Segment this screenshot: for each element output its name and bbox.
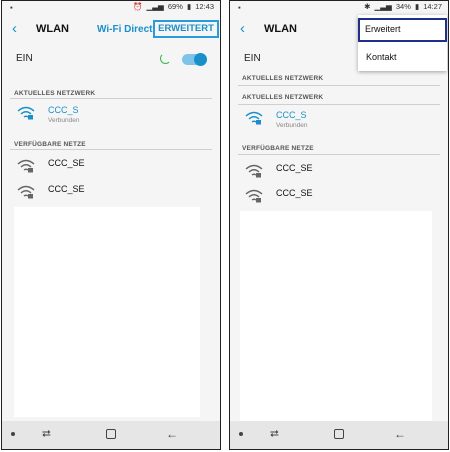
network-name: CCC_SE — [276, 163, 313, 173]
nav-back-icon[interactable]: ← — [166, 427, 178, 441]
menu-item-contact[interactable]: Kontakt — [358, 45, 447, 69]
empty-area — [14, 207, 200, 417]
wifi-lock-icon — [245, 164, 263, 178]
home-icon[interactable] — [334, 429, 344, 439]
clock: 12:43 — [195, 2, 214, 11]
wifi-lock-icon — [17, 185, 35, 199]
current-network-row[interactable]: CCC_S Verbunden — [230, 107, 448, 133]
navigation-bar: ⮂ ← — [2, 421, 220, 449]
divider — [238, 154, 440, 155]
section-available-networks: VERFÜGBARE NETZE — [14, 141, 86, 148]
back-icon[interactable]: ‹ — [240, 21, 245, 37]
divider — [10, 149, 212, 150]
signal-icon: ▁▃▅ — [374, 2, 392, 11]
wlan-toggle-row[interactable]: EIN — [2, 49, 220, 71]
network-name: CCC_SE — [276, 188, 313, 198]
wifi-lock-icon — [245, 189, 263, 203]
toggle-knob — [194, 53, 207, 66]
battery-percent: 69% — [167, 2, 183, 11]
wifi-direct-button[interactable]: Wi-Fi Direct — [97, 24, 152, 35]
signal-icon: ▁▃▅ — [146, 2, 164, 11]
status-bar: ▪ ⏰ ▁▃▅ 69% ▮ 12:43 — [2, 1, 220, 13]
dot-icon[interactable] — [239, 432, 243, 436]
phone-screen-right: ▪ ✱ ▁▃▅ 34% ▮ 14:27 ‹ WLAN EIN AKTUELLES… — [229, 0, 449, 450]
bluetooth-icon: ✱ — [364, 2, 371, 11]
wlan-toggle[interactable] — [182, 53, 207, 66]
network-status: Verbunden — [276, 122, 308, 129]
network-name: CCC_SE — [48, 158, 85, 168]
home-icon[interactable] — [106, 429, 116, 439]
wifi-lock-icon — [17, 159, 35, 173]
menu-item-advanced[interactable]: Erweitert — [358, 18, 447, 42]
current-network-row[interactable]: CCC_S Verbunden — [2, 102, 220, 128]
divider — [238, 85, 440, 86]
alarm-icon: ⏰ — [133, 2, 143, 11]
page-title: WLAN — [264, 23, 297, 35]
page-title: WLAN — [36, 23, 69, 35]
available-network-row[interactable]: CCC_SE — [230, 185, 448, 211]
network-name: CCC_S — [276, 110, 307, 120]
wifi-lock-icon — [245, 111, 263, 125]
network-name: CCC_SE — [48, 184, 85, 194]
battery-icon: ▮ — [186, 2, 192, 11]
available-network-row[interactable]: CCC_SE — [2, 155, 220, 181]
navigation-bar: ⮂ ← — [230, 421, 448, 449]
loading-spinner-icon — [160, 53, 171, 64]
recent-apps-icon[interactable]: ⮂ — [42, 428, 51, 441]
section-current-network: AKTUELLES NETZWERK — [242, 94, 324, 101]
wifi-lock-icon — [17, 106, 35, 120]
notification-icon: ▪ — [10, 3, 13, 12]
empty-area — [240, 211, 432, 421]
advanced-button[interactable]: ERWEITERT — [153, 20, 219, 38]
back-icon[interactable]: ‹ — [12, 21, 17, 37]
nav-back-icon[interactable]: ← — [394, 427, 406, 441]
available-network-row[interactable]: CCC_SE — [2, 181, 220, 207]
status-bar: ▪ ✱ ▁▃▅ 34% ▮ 14:27 — [230, 1, 448, 13]
toggle-label: EIN — [16, 53, 33, 64]
notification-icon: ▪ — [238, 3, 241, 12]
divider — [238, 104, 440, 105]
network-name: CCC_S — [48, 105, 79, 115]
section-current-network: AKTUELLES NETZWERK — [14, 90, 96, 97]
recent-apps-icon[interactable]: ⮂ — [270, 428, 279, 441]
battery-icon: ▮ — [414, 2, 420, 11]
phone-screen-left: ▪ ⏰ ▁▃▅ 69% ▮ 12:43 ‹ WLAN Wi-Fi Direct … — [1, 0, 221, 450]
divider — [10, 98, 212, 99]
section-current-network: AKTUELLES NETZWERK — [242, 75, 324, 82]
network-status: Verbunden — [48, 117, 80, 124]
clock: 14:27 — [423, 2, 442, 11]
available-network-row[interactable]: CCC_SE — [230, 160, 448, 186]
app-header: ‹ WLAN Wi-Fi Direct ERWEITERT — [2, 15, 220, 45]
dot-icon[interactable] — [11, 432, 15, 436]
section-available-networks: VERFÜGBARE NETZE — [242, 145, 314, 152]
battery-percent: 34% — [395, 2, 411, 11]
toggle-label: EIN — [244, 53, 261, 64]
overflow-menu: Erweitert Kontakt — [358, 15, 447, 71]
